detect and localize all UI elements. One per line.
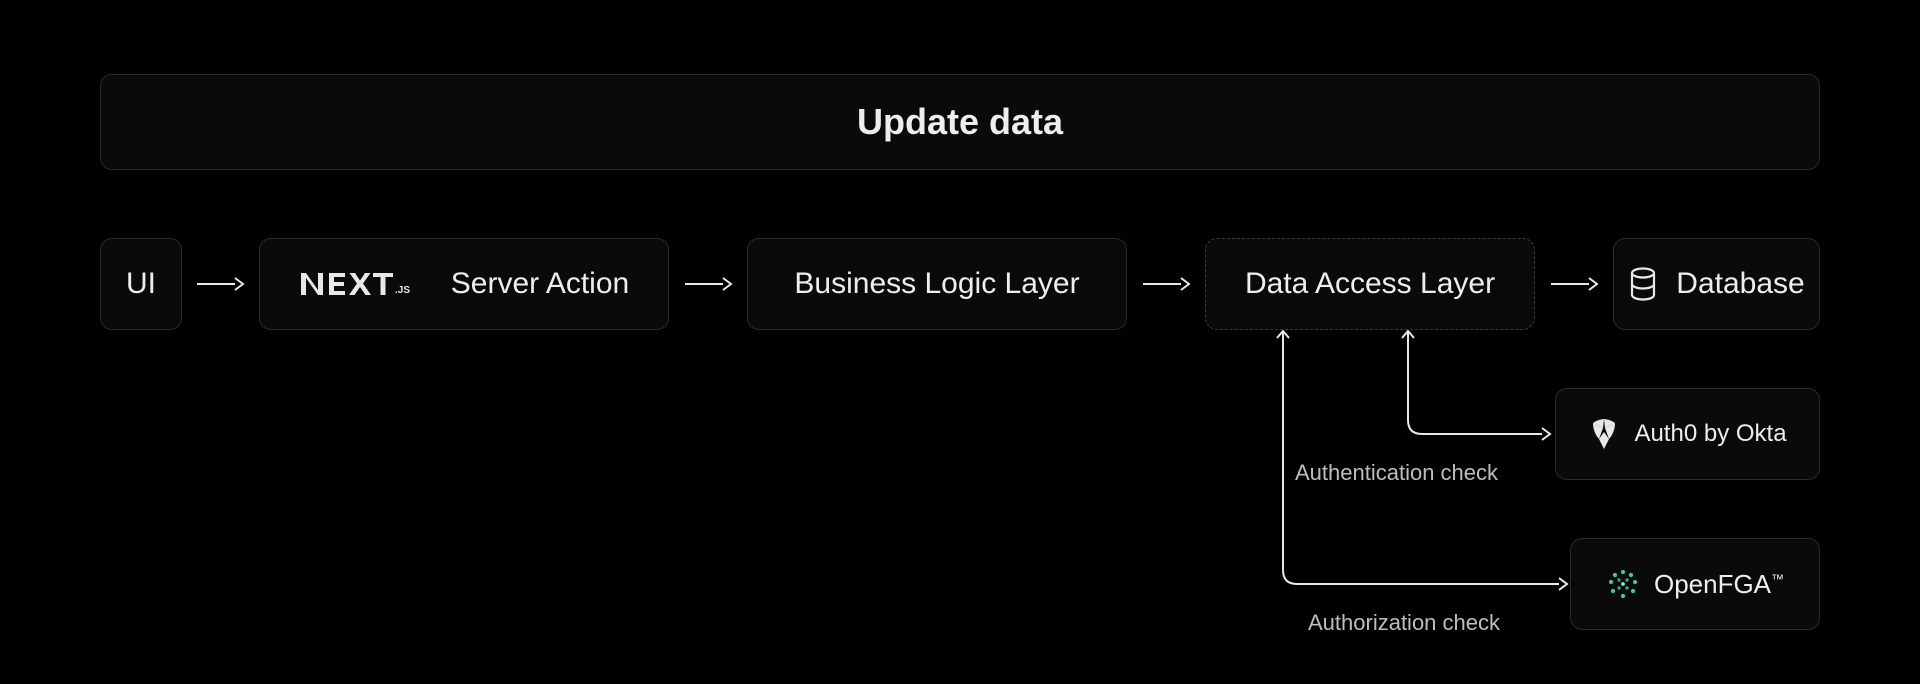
node-auth0: Auth0 by Okta (1555, 388, 1820, 480)
node-database: Database (1613, 238, 1820, 330)
node-auth0-label: Auth0 by Okta (1634, 420, 1786, 448)
arrow-next-to-bll (683, 273, 733, 295)
auth0-shield-icon (1588, 417, 1620, 451)
arrow-bll-to-dal (1141, 273, 1191, 295)
arrow-dal-to-db (1549, 273, 1599, 295)
openfga-text: OpenFGA (1654, 569, 1771, 599)
node-dal-label: Data Access Layer (1245, 267, 1495, 301)
node-data-access-layer: Data Access Layer (1205, 238, 1535, 330)
node-bll-label: Business Logic Layer (794, 267, 1079, 301)
database-icon (1628, 267, 1658, 301)
node-nextjs-label: Server Action (451, 267, 629, 301)
banner-title: Update data (857, 101, 1063, 143)
architecture-diagram: Update data UI .JS Server Action (0, 0, 1920, 684)
arrow-dal-to-openfga (1213, 330, 1573, 605)
node-business-logic-layer: Business Logic Layer (747, 238, 1127, 330)
node-ui: UI (100, 238, 182, 330)
node-ui-label: UI (126, 267, 156, 301)
node-nextjs-server-action: .JS Server Action (259, 238, 669, 330)
arrow-ui-to-next (195, 273, 245, 295)
node-db-label: Database (1676, 267, 1804, 301)
node-openfga-label: OpenFGA™ (1654, 569, 1784, 600)
nextjs-logo-icon: .JS (299, 270, 429, 298)
svg-text:.JS: .JS (395, 285, 410, 296)
node-openfga: OpenFGA™ (1570, 538, 1820, 630)
openfga-logo-icon (1606, 567, 1640, 601)
label-authorization-check: Authorization check (1308, 610, 1500, 636)
banner-update-data: Update data (100, 74, 1820, 170)
openfga-tm: ™ (1771, 571, 1784, 586)
